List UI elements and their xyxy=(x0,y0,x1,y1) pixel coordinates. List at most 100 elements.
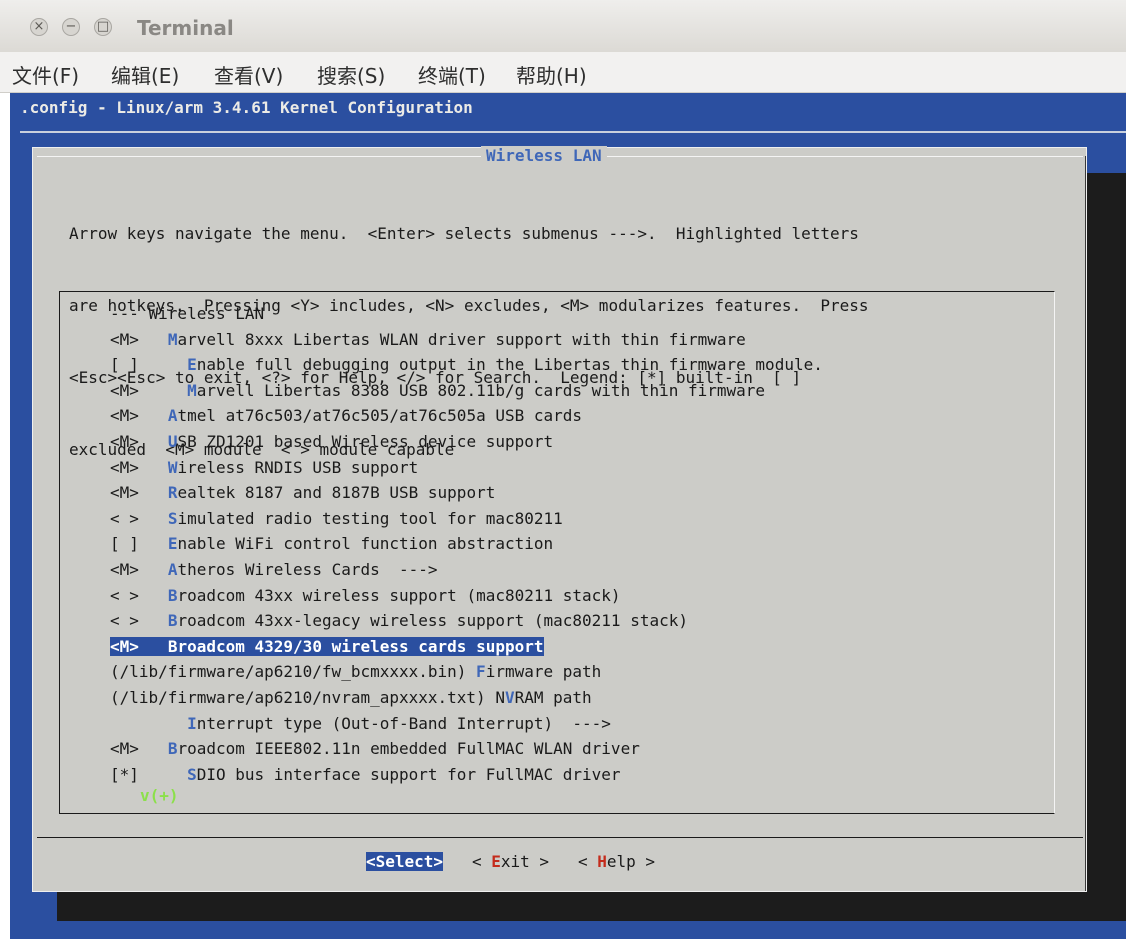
menu-item-gap xyxy=(139,458,168,477)
menu-item-text: (/lib/firmware/ap6210/fw_bcmxxxx.bin) Fi… xyxy=(110,662,601,681)
menu-item[interactable]: <M> Atheros Wireless Cards ---> xyxy=(110,557,823,583)
menu-item-hotkey: R xyxy=(167,483,178,503)
menu-item-hotkey: B xyxy=(167,636,178,656)
menu-item-label: theros Wireless Cards ---> xyxy=(177,559,438,579)
menu-item[interactable]: --- Wireless LAN xyxy=(110,301,823,327)
menu-item-gap xyxy=(139,330,168,349)
menu-item[interactable]: <M> USB ZD1201 based Wireless device sup… xyxy=(110,429,823,455)
menu-item-label: (/lib/firmware/ap6210/fw_bcmxxxx.bin) xyxy=(110,662,477,682)
menu-item[interactable]: <M> Marvell 8xxx Libertas WLAN driver su… xyxy=(110,327,823,353)
menu-item-text: <M> Atmel at76c503/at76c505/at76c505a US… xyxy=(110,406,582,425)
config-title: .config - Linux/arm 3.4.61 Kernel Config… xyxy=(20,98,473,117)
menu-item-label: irmware path xyxy=(485,662,602,682)
terminal-area[interactable]: .config - Linux/arm 3.4.61 Kernel Config… xyxy=(10,93,1126,939)
menu-item[interactable]: [*] SDIO bus interface support for FullM… xyxy=(110,762,823,788)
menu-item-label: DIO bus interface support for FullMAC dr… xyxy=(196,764,621,784)
menu-search[interactable]: 搜索(S) xyxy=(317,60,385,89)
menu-item[interactable]: <M> Wireless RNDIS USB support xyxy=(110,455,823,481)
menu-item-hotkey: B xyxy=(167,611,178,631)
menu-item-gap xyxy=(139,432,168,451)
menu-item-label: SB ZD1201 based Wireless device support xyxy=(177,431,554,451)
menu-item-hotkey: U xyxy=(167,431,178,451)
menu-item-hotkey: F xyxy=(476,662,486,682)
menu-item-gap xyxy=(139,611,168,630)
menu-item-text: <M> Realtek 8187 and 8187B USB support xyxy=(110,483,495,502)
window-titlebar: × − □ Terminal xyxy=(0,0,1126,52)
menu-item-gap xyxy=(139,765,168,784)
menu-item-indent xyxy=(168,765,187,784)
minimize-icon[interactable]: − xyxy=(62,18,80,36)
menu-item-selected[interactable]: <M> Broadcom 4329/30 wireless cards supp… xyxy=(110,634,823,660)
dialog-right-border xyxy=(1085,156,1086,891)
menu-item-hotkey: A xyxy=(167,406,178,426)
menu-item-label: --- Wireless LAN xyxy=(110,304,265,323)
menu-item-state: < > xyxy=(110,611,139,631)
menu-item-hotkey: E xyxy=(167,534,178,554)
menu-item[interactable]: (/lib/firmware/ap6210/fw_bcmxxxx.bin) Fi… xyxy=(110,659,823,685)
menu-item[interactable]: < > Simulated radio testing tool for mac… xyxy=(110,506,823,532)
menu-item-text: <M> Broadcom IEEE802.11n embedded FullMA… xyxy=(110,739,640,758)
menu-item[interactable]: Interrupt type (Out-of-Band Interrupt) -… xyxy=(110,711,823,737)
menu-file[interactable]: 文件(F) xyxy=(12,60,79,89)
help-button[interactable]: < Help > xyxy=(578,852,655,871)
menu-item-state: < > xyxy=(110,508,139,528)
exit-button[interactable]: < Exit > xyxy=(472,852,549,871)
more-indicator: v(+) xyxy=(140,786,179,805)
help-button-pre: < xyxy=(577,852,598,871)
menu-edit[interactable]: 编辑(E) xyxy=(111,60,179,89)
menu-item[interactable]: < > Broadcom 43xx wireless support (mac8… xyxy=(110,583,823,609)
menu-item-label: roadcom IEEE802.11n embedded FullMAC WLA… xyxy=(177,739,640,759)
menu-item-hotkey: M xyxy=(187,380,197,400)
menu-item-hotkey: S xyxy=(187,764,197,784)
menu-item-hotkey: E xyxy=(187,355,197,375)
menu-item[interactable]: < > Broadcom 43xx-legacy wireless suppor… xyxy=(110,608,823,634)
menu-item-state: [ ] xyxy=(110,355,139,375)
menu-item-text: < > Broadcom 43xx-legacy wireless suppor… xyxy=(110,611,688,630)
menu-item[interactable]: (/lib/firmware/ap6210/nvram_apxxxx.txt) … xyxy=(110,685,823,711)
menu-item[interactable]: <M> Marvell Libertas 8388 USB 802.11b/g … xyxy=(110,378,823,404)
menu-item-hotkey: S xyxy=(167,508,178,528)
menu-bar: 文件(F) 编辑(E) 查看(V) 搜索(S) 终端(T) 帮助(H) xyxy=(0,52,1126,93)
menu-item-indent xyxy=(168,714,187,733)
menu-help[interactable]: 帮助(H) xyxy=(516,60,587,89)
menu-item-state: <M> xyxy=(110,457,139,477)
menu-item[interactable]: <M> Realtek 8187 and 8187B USB support xyxy=(110,480,823,506)
exit-button-rest: xit > xyxy=(500,852,550,871)
select-button[interactable]: <Select> xyxy=(366,852,444,871)
menu-item-indent xyxy=(168,381,187,400)
menu-item-hotkey: I xyxy=(187,713,197,733)
menu-item-label: arvell 8xxx Libertas WLAN driver support… xyxy=(177,329,746,349)
menu-item-text: <M> Atheros Wireless Cards ---> xyxy=(110,560,438,579)
menu-item-text: < > Broadcom 43xx wireless support (mac8… xyxy=(110,586,621,605)
help-hotkey: H xyxy=(597,852,607,871)
menu-item[interactable]: <M> Broadcom IEEE802.11n embedded FullMA… xyxy=(110,736,823,762)
menu-item-state: <M> xyxy=(110,739,139,759)
maximize-icon[interactable]: □ xyxy=(94,18,112,36)
menu-rows: --- Wireless LAN <M> Marvell 8xxx Liberta… xyxy=(110,301,823,787)
menu-item[interactable]: [ ] Enable full debugging output in the … xyxy=(110,352,823,378)
menu-item-gap xyxy=(139,381,168,400)
menu-item[interactable]: [ ] Enable WiFi control function abstrac… xyxy=(110,531,823,557)
menu-item-label: roadcom 43xx-legacy wireless support (ma… xyxy=(177,611,688,631)
menu-item-gap xyxy=(139,406,168,425)
menu-view[interactable]: 查看(V) xyxy=(214,60,283,89)
menu-item-gap xyxy=(139,560,168,579)
help-line: Arrow keys navigate the menu. <Enter> se… xyxy=(69,224,859,243)
menu-item-state: <M> xyxy=(110,406,139,426)
menu-item-gap xyxy=(139,739,168,758)
button-separator xyxy=(37,837,1083,838)
help-button-rest: elp > xyxy=(606,852,656,871)
close-icon[interactable]: × xyxy=(30,18,48,36)
menu-item-label: arvell Libertas 8388 USB 802.11b/g cards… xyxy=(196,380,766,400)
menu-terminal[interactable]: 终端(T) xyxy=(418,60,486,89)
menu-list[interactable]: --- Wireless LAN <M> Marvell 8xxx Liberta… xyxy=(59,291,1055,814)
menu-item-hotkey: B xyxy=(167,739,178,759)
menu-item-gap xyxy=(139,714,168,733)
menu-item-label: ireless RNDIS USB support xyxy=(177,457,419,477)
menu-item-state: <M> xyxy=(110,380,139,400)
menu-item-label: roadcom 4329/30 wireless cards support xyxy=(177,636,544,656)
menu-item[interactable]: <M> Atmel at76c503/at76c505/at76c505a US… xyxy=(110,403,823,429)
menu-item-label: nterrupt type (Out-of-Band Interrupt) --… xyxy=(196,713,611,733)
menuconfig-dialog: Wireless LAN Arrow keys navigate the men… xyxy=(32,146,1087,892)
menu-item-label: tmel at76c503/at76c505/at76c505a USB car… xyxy=(177,406,583,426)
